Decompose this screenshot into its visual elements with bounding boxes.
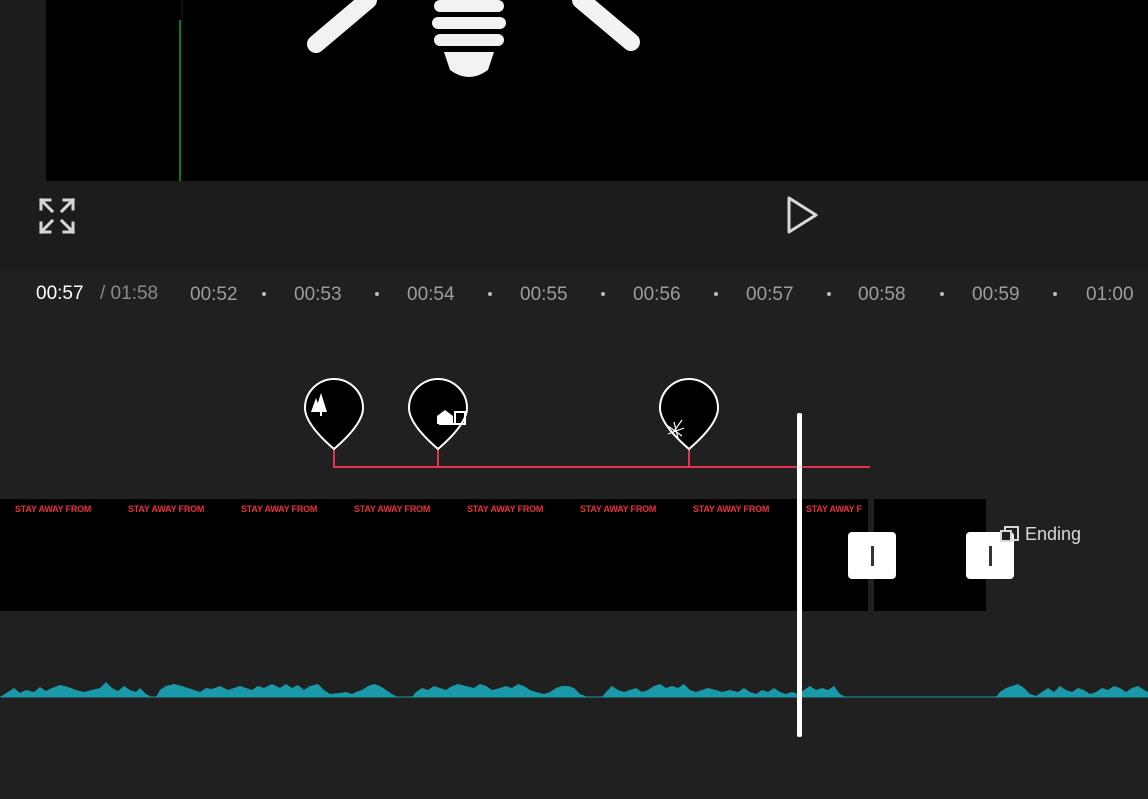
ruler-label: 01:00 <box>1086 284 1134 305</box>
ruler-label: 00:54 <box>407 284 455 305</box>
ruler-label: 00:59 <box>972 284 1020 305</box>
sticker-marker-sparkle[interactable] <box>658 376 720 452</box>
ruler-label: 00:55 <box>520 284 568 305</box>
transition-icon <box>870 545 874 566</box>
current-time: 00:57 <box>36 283 84 304</box>
ruler-dot <box>940 292 944 296</box>
ruler-dot <box>488 292 492 296</box>
ruler-dot <box>375 292 379 296</box>
ruler-dot <box>601 292 605 296</box>
playhead[interactable] <box>797 413 802 737</box>
play-icon <box>787 196 818 234</box>
transition-button[interactable] <box>848 532 896 579</box>
ruler-dot <box>262 292 266 296</box>
audio-waveform <box>0 682 1148 698</box>
ruler-dot <box>1053 292 1057 296</box>
ruler-label: 00:57 <box>746 284 794 305</box>
transition-icon <box>988 545 992 566</box>
fullscreen-button[interactable] <box>36 195 78 237</box>
ruler-label: 00:52 <box>190 284 238 305</box>
ruler-label: 00:56 <box>633 284 681 305</box>
audio-track[interactable] <box>0 630 1148 700</box>
clip-caption: STAY AWAY FROM <box>128 504 205 514</box>
play-button[interactable] <box>782 194 822 236</box>
video-clip[interactable]: STAY AWAY FROM STAY AWAY FROM STAY AWAY … <box>0 499 868 611</box>
total-duration: / 01:58 <box>100 283 159 304</box>
ruler-dot <box>827 292 831 296</box>
ending-card-icon <box>1000 525 1019 542</box>
video-preview[interactable] <box>46 0 1148 181</box>
video-frame-image <box>46 0 1148 181</box>
preview-area <box>0 0 1148 270</box>
clip-caption: STAY AWAY FROM <box>693 504 770 514</box>
clip-caption: STAY AWAY FROM <box>354 504 431 514</box>
sticker-marker-trees[interactable] <box>303 376 365 452</box>
ruler-dot <box>714 292 718 296</box>
marker-track-line <box>333 466 870 468</box>
ending-label: Ending <box>1025 524 1082 544</box>
ruler-label: 00:53 <box>294 284 342 305</box>
fullscreen-expand-icon <box>38 197 76 235</box>
trees-icon <box>303 378 365 451</box>
clip-caption: STAY AWAY FROM <box>15 504 92 514</box>
ending-button[interactable]: Ending <box>1000 524 1081 545</box>
clip-caption: STAY AWAY FROM <box>580 504 657 514</box>
clip-caption: STAY AWAY FROM <box>241 504 318 514</box>
sticker-marker-house[interactable] <box>407 376 469 452</box>
clip-caption: STAY AWAY F <box>806 504 862 514</box>
house-icon <box>407 378 469 451</box>
sparkle-icon <box>658 378 720 451</box>
clip-caption: STAY AWAY FROM <box>467 504 544 514</box>
ruler-label: 00:58 <box>858 284 906 305</box>
